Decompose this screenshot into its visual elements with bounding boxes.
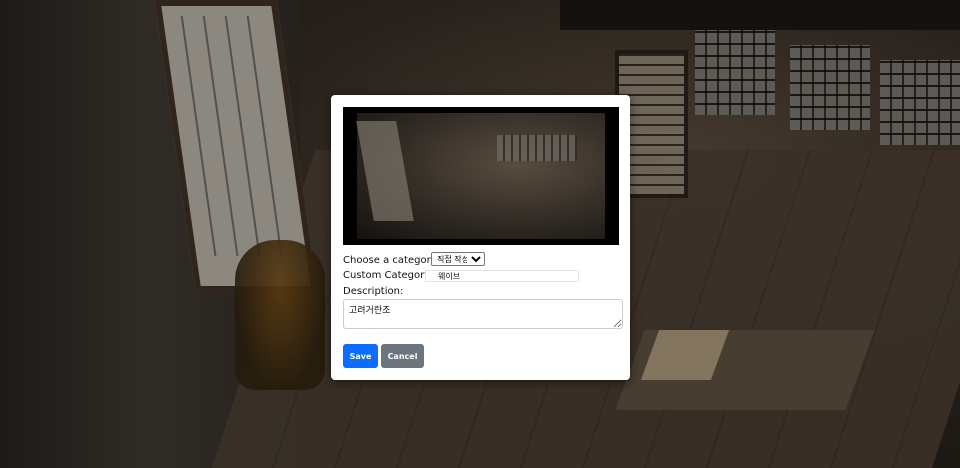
description-textarea[interactable]: 고려거란조 xyxy=(343,299,623,329)
description-label: Description: xyxy=(343,286,404,297)
category-select[interactable]: 직접 작성... xyxy=(431,252,485,266)
image-preview xyxy=(343,107,619,245)
preview-scroll xyxy=(356,121,414,221)
save-button[interactable]: Save xyxy=(343,344,378,368)
preview-window xyxy=(497,135,577,161)
edit-dialog: Choose a category: 직접 작성... Custom Categ… xyxy=(331,95,630,380)
custom-category-input[interactable] xyxy=(425,270,579,282)
preview-image xyxy=(356,113,605,239)
category-label: Choose a category: xyxy=(343,255,440,266)
cancel-button[interactable]: Cancel xyxy=(381,344,424,368)
custom-category-label: Custom Category: xyxy=(343,270,433,281)
